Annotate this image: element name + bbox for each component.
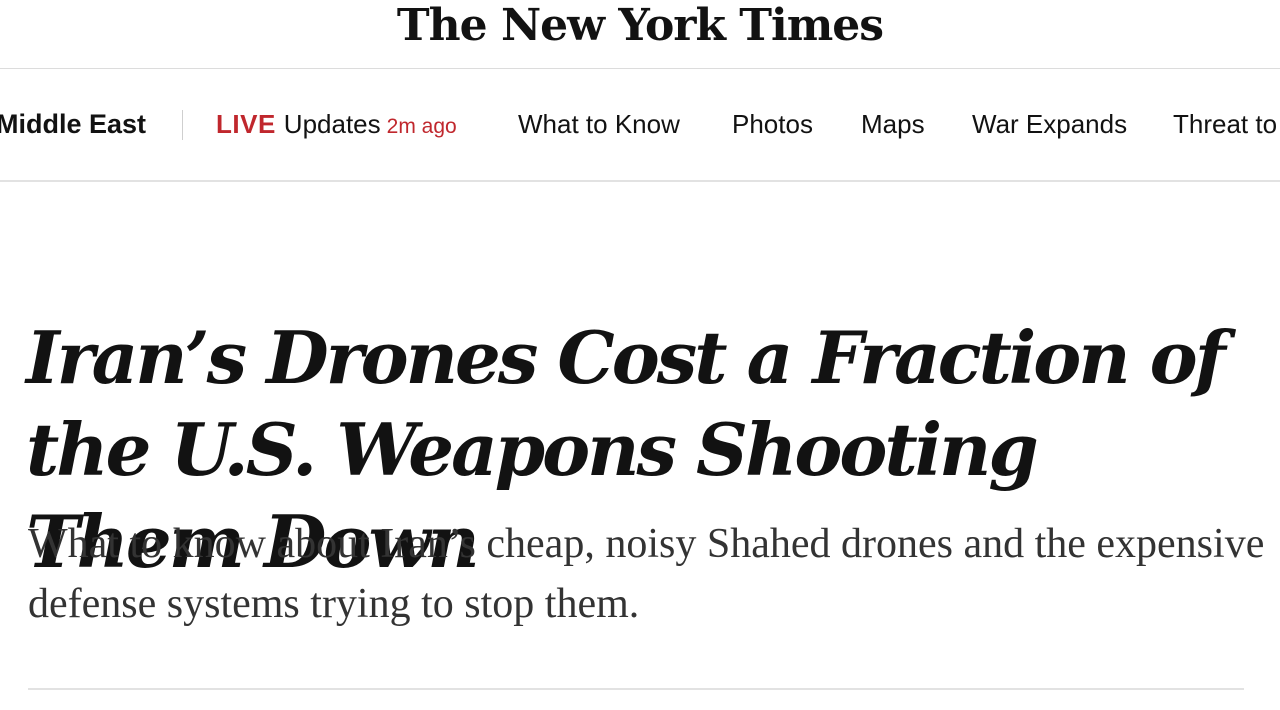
section-nav: Middle East LIVE Updates 2m ago What to Kn… xyxy=(0,68,1280,182)
live-updated-time: 2m ago xyxy=(386,115,457,138)
nyt-logo[interactable]: The New York Times xyxy=(0,0,1280,52)
nav-link-what-to-know[interactable]: What to Know xyxy=(518,108,680,140)
divider-rule xyxy=(28,688,1244,690)
section-title-link[interactable]: Middle East xyxy=(0,108,146,140)
article-summary: What to know about Iran’s cheap, noisy S… xyxy=(28,521,1265,627)
live-badge: LIVE xyxy=(216,109,276,139)
live-updates-label: Updates xyxy=(283,109,381,139)
nav-link-war-expands[interactable]: War Expands xyxy=(972,108,1127,140)
nav-link-photos[interactable]: Photos xyxy=(732,108,813,140)
nav-link-threat[interactable]: Threat to xyxy=(1173,108,1277,140)
nav-link-maps[interactable]: Maps xyxy=(861,108,925,140)
nav-divider xyxy=(182,110,183,140)
live-updates-link[interactable]: LIVE Updates 2m ago xyxy=(216,108,457,143)
masthead: The New York Times xyxy=(0,0,1280,69)
